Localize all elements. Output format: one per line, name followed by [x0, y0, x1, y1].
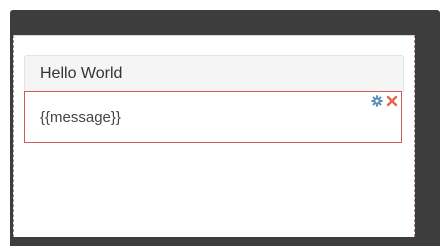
widget-body-text: {{message}}	[40, 109, 121, 126]
widget-header: Hello World	[24, 55, 404, 92]
close-icon[interactable]	[386, 95, 398, 107]
widget-title: Hello World	[40, 65, 123, 82]
gear-icon[interactable]	[371, 95, 383, 107]
hello-world-widget[interactable]: Hello World {{message}}	[24, 55, 404, 153]
widget-body[interactable]: {{message}}	[24, 91, 402, 143]
widget-controls	[371, 95, 398, 107]
